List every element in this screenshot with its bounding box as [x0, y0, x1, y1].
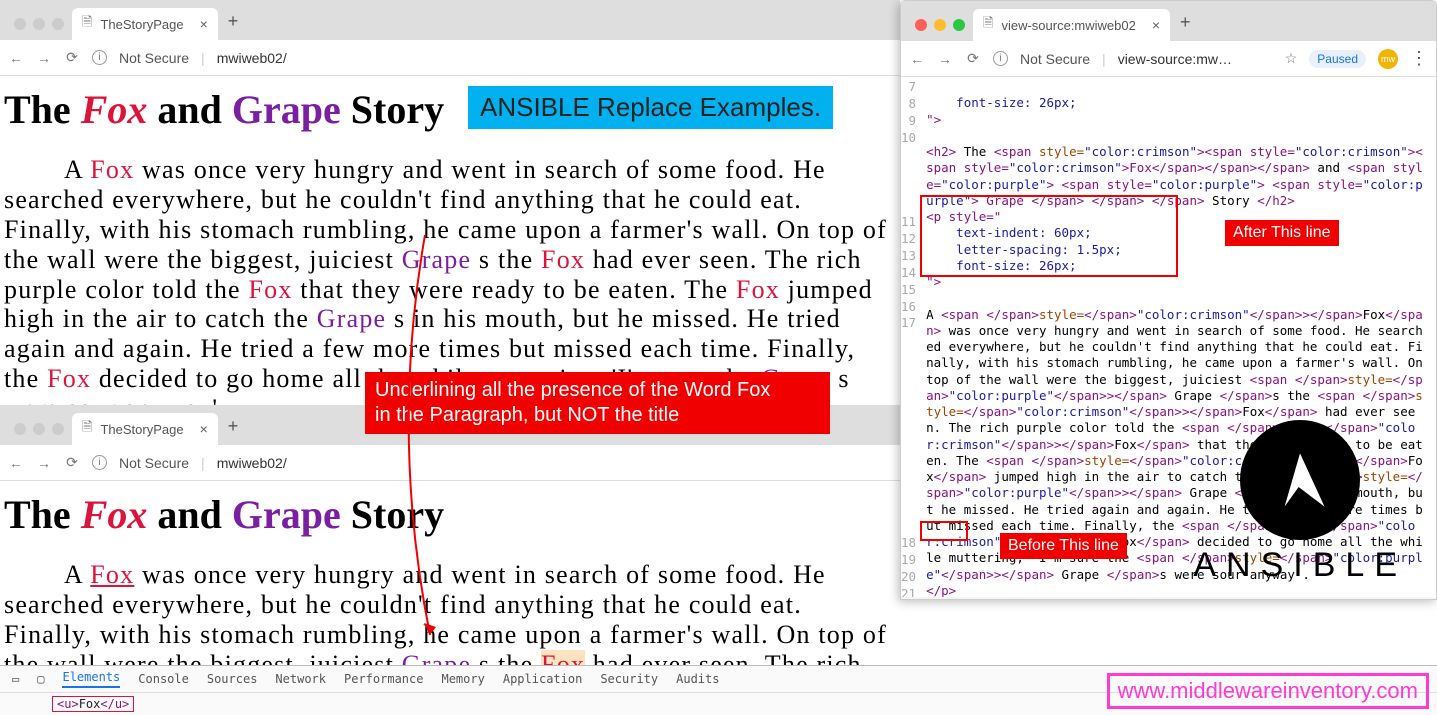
url-text[interactable]: mwiweb02/ — [217, 50, 287, 66]
story-paragraph: A Fox was once very hungry and went in s… — [4, 560, 894, 665]
annotation-title-blue: ANSIBLE Replace Examples. — [468, 86, 833, 129]
browser-window-1: 🗎 TheStoryPage × + ← → ⟳ i Not Secure | … — [0, 0, 900, 405]
reload-icon[interactable]: ⟳ — [64, 49, 80, 66]
tab-sources[interactable]: Sources — [207, 672, 258, 686]
site-info-icon[interactable]: i — [92, 455, 107, 470]
tab-viewsource[interactable]: 🗎 view-source:mwiweb02 × — [973, 9, 1170, 41]
site-info-icon[interactable]: i — [993, 51, 1008, 66]
tab-memory[interactable]: Memory — [441, 672, 484, 686]
tab-elements[interactable]: Elements — [62, 670, 120, 688]
underlined-fox-highlighted: Fox — [541, 650, 585, 665]
profile-avatar[interactable]: mw — [1378, 49, 1398, 69]
tab-thestorypage[interactable]: 🗎 TheStoryPage × — [72, 8, 218, 40]
tab-console[interactable]: Console — [138, 672, 189, 686]
traffic-lights — [8, 423, 72, 445]
browser-window-2: 🗎 TheStoryPage × + ← → ⟳ i Not Secure | … — [0, 405, 900, 665]
back-icon[interactable]: ← — [909, 51, 925, 67]
tab-bar: 🗎 TheStoryPage × + — [0, 0, 900, 40]
paused-chip[interactable]: Paused — [1309, 50, 1366, 68]
annotation-after-line: After This line — [1225, 220, 1339, 246]
address-bar: ← → ⟳ i Not Secure | mwiweb02/ — [0, 40, 900, 76]
page-content: The Fox and Grape Story A Fox was once v… — [0, 481, 900, 665]
annotation-underline-explain: Underlining all the presence of the Word… — [365, 372, 830, 434]
url-text[interactable]: mwiweb02/ — [217, 455, 287, 471]
tab-audits[interactable]: Audits — [676, 672, 719, 686]
inspect-icon[interactable]: ▭ — [12, 672, 19, 686]
bookmark-icon[interactable]: ☆ — [1285, 50, 1298, 67]
ansible-a-icon — [1240, 420, 1360, 540]
forward-icon[interactable]: → — [36, 50, 52, 66]
not-secure-label: Not Secure — [119, 50, 189, 66]
tab-thestorypage[interactable]: 🗎 TheStoryPage × — [72, 413, 218, 445]
page-title: The Fox and Grape Story — [4, 491, 894, 538]
watermark-link[interactable]: www.middlewareinventory.com — [1107, 673, 1429, 709]
ansible-wordmark: ANSIBLE — [1193, 546, 1407, 585]
kebab-menu-icon[interactable]: ⋮ — [1410, 48, 1428, 69]
back-icon[interactable]: ← — [8, 50, 24, 66]
not-secure-label: Not Secure — [1020, 51, 1090, 67]
address-bar: ← → ⟳ i Not Secure | view-source:mw… ☆ P… — [901, 41, 1436, 77]
close-icon[interactable]: × — [1152, 17, 1160, 33]
new-tab-button[interactable]: + — [1170, 12, 1201, 41]
new-tab-button[interactable]: + — [218, 416, 249, 445]
title-fox: Fox — [81, 87, 158, 132]
forward-icon[interactable]: → — [937, 51, 953, 67]
tab-title: TheStoryPage — [100, 17, 183, 32]
close-icon[interactable]: × — [200, 421, 208, 437]
forward-icon[interactable]: → — [36, 455, 52, 471]
annotation-before-line: Before This line — [1000, 533, 1127, 559]
new-tab-button[interactable]: + — [218, 11, 249, 40]
story-paragraph: A Fox was once very hungry and went in s… — [4, 155, 894, 405]
address-bar: ← → ⟳ i Not Secure | mwiweb02/ — [0, 445, 900, 481]
tab-bar: 🗎 view-source:mwiweb02 × + — [901, 1, 1436, 41]
tab-application[interactable]: Application — [503, 672, 582, 686]
tab-network[interactable]: Network — [275, 672, 326, 686]
reload-icon[interactable]: ⟳ — [965, 50, 981, 67]
tab-title: TheStoryPage — [100, 422, 183, 437]
close-icon[interactable]: × — [200, 16, 208, 32]
traffic-lights — [8, 18, 72, 40]
annotation-box-after — [920, 195, 1178, 277]
reload-icon[interactable]: ⟳ — [64, 454, 80, 471]
underlined-fox: Fox — [90, 560, 134, 589]
document-icon: 🗎 — [82, 418, 92, 440]
back-icon[interactable]: ← — [8, 455, 24, 471]
not-secure-label: Not Secure — [119, 455, 189, 471]
traffic-lights[interactable] — [909, 19, 973, 41]
ansible-logo: ANSIBLE — [1193, 420, 1407, 585]
annotation-box-before — [920, 521, 968, 541]
device-icon[interactable]: ▢ — [37, 672, 44, 686]
url-text[interactable]: view-source:mw… — [1118, 51, 1232, 67]
line-gutter: 7891011121314151617181920212223 — [901, 77, 922, 597]
tab-security[interactable]: Security — [600, 672, 658, 686]
title-grape: Grape — [232, 87, 351, 132]
tab-title: view-source:mwiweb02 — [1001, 18, 1135, 33]
site-info-icon[interactable]: i — [92, 50, 107, 65]
tab-performance[interactable]: Performance — [344, 672, 423, 686]
document-icon: 🗎 — [82, 13, 92, 35]
document-icon: 🗎 — [983, 14, 993, 36]
